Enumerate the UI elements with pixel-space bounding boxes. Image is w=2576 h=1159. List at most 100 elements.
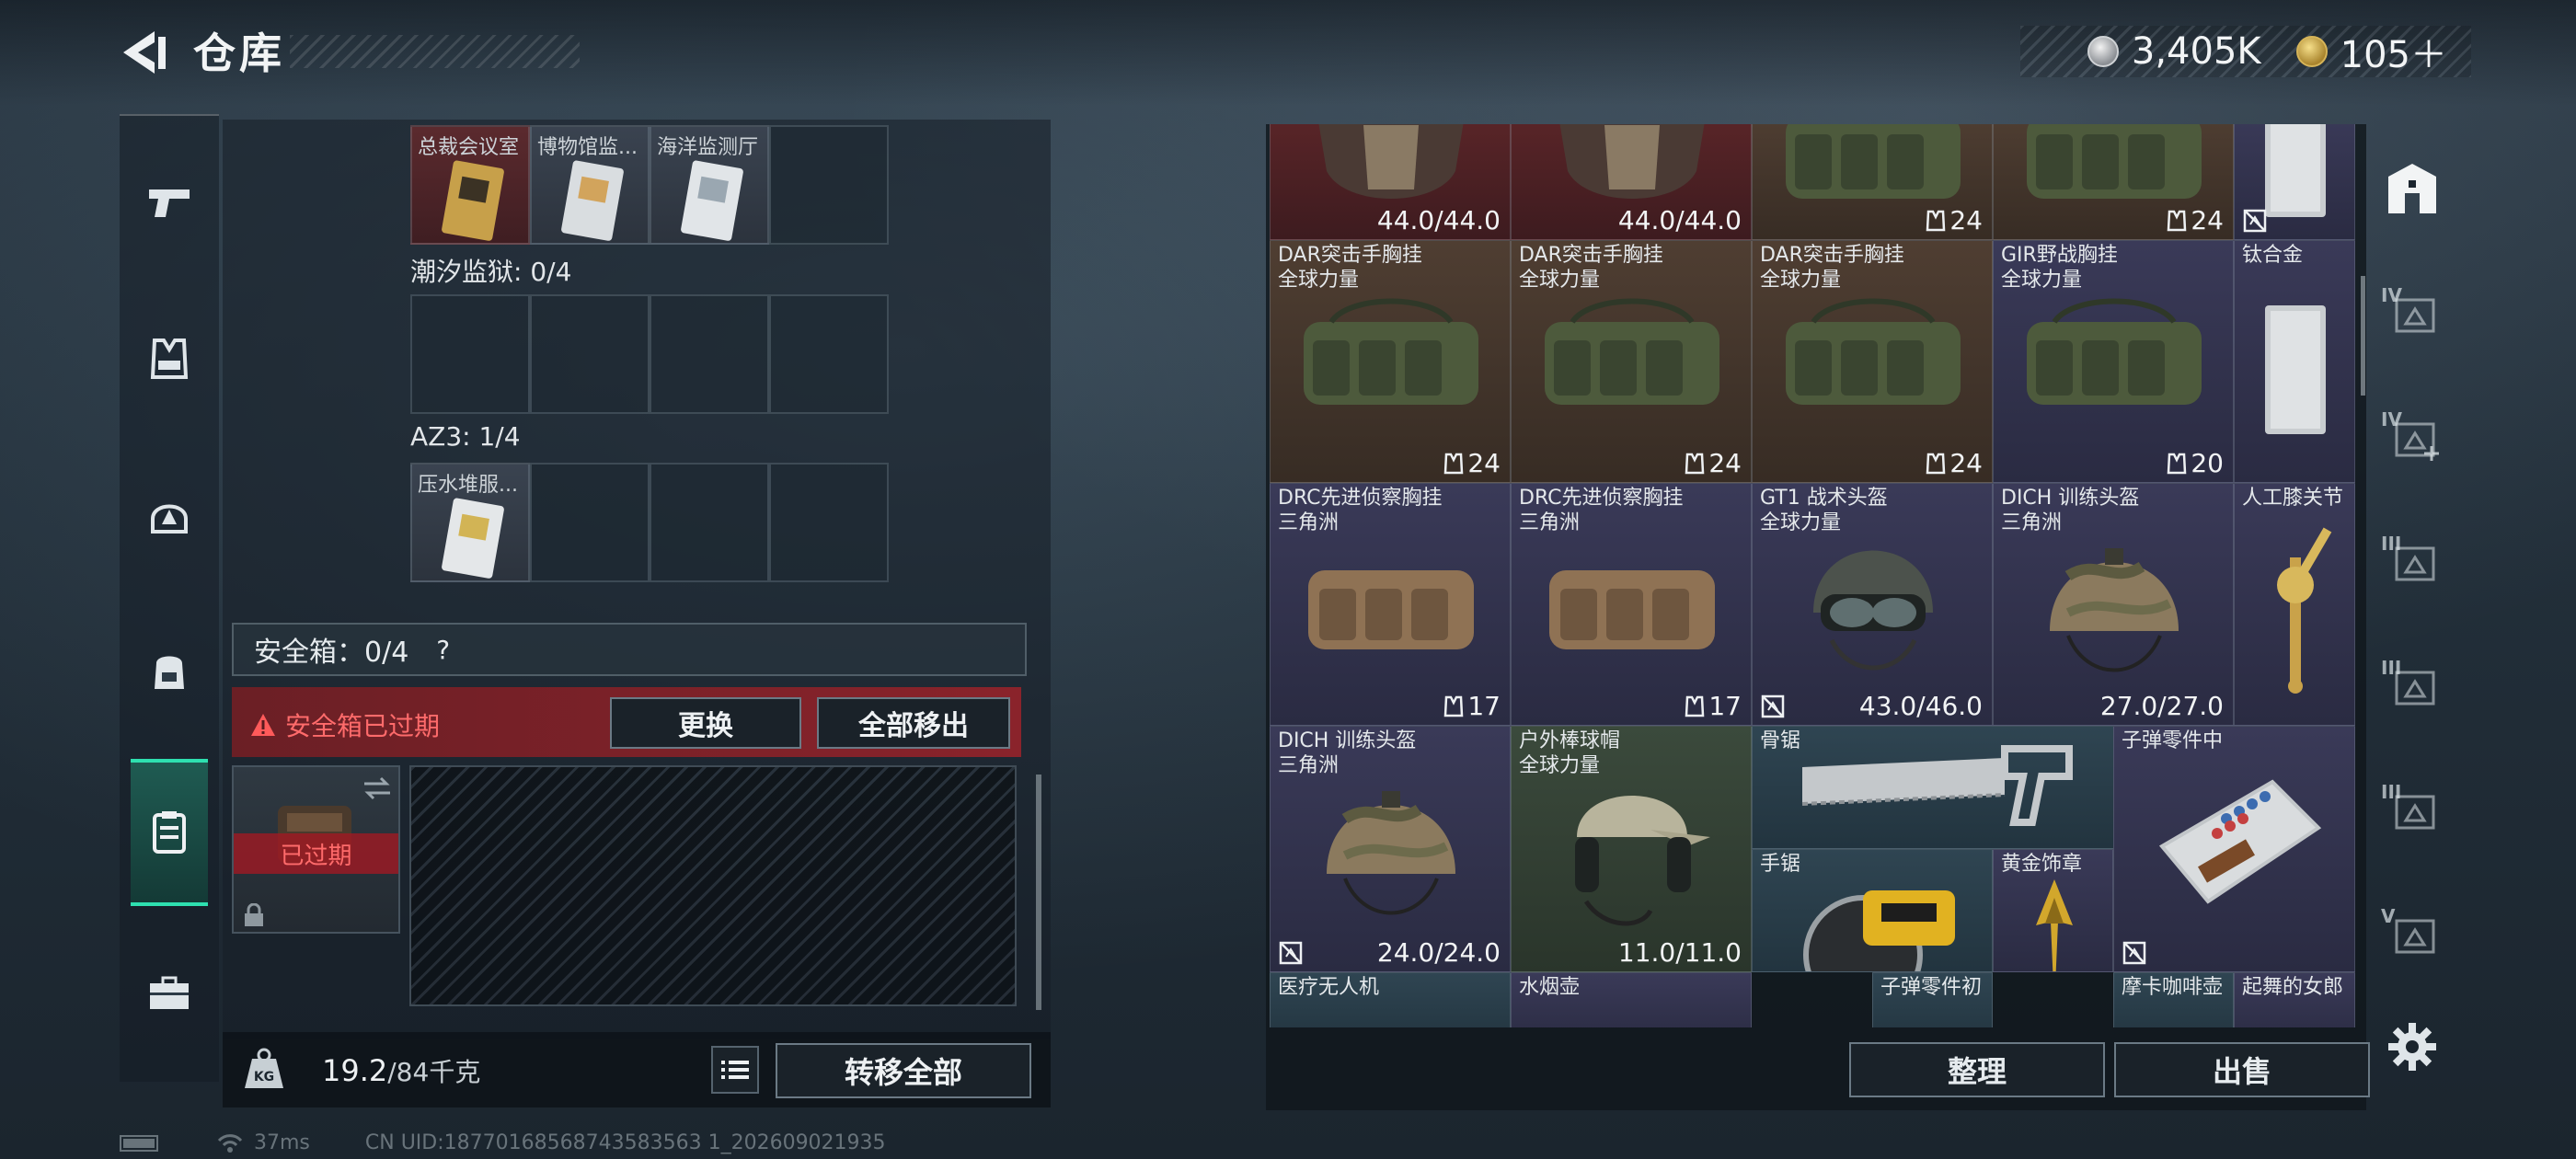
storage-slot-empty[interactable] xyxy=(769,125,889,245)
storage-slot-empty[interactable] xyxy=(530,294,650,414)
inventory-item[interactable]: DAR突击手胸挂 全球力量 24 xyxy=(1270,240,1511,483)
tab-tier-label: IV xyxy=(2381,408,2402,430)
inventory-item[interactable]: GT1 战术头盔 全球力量 43.0/46.0 xyxy=(1752,483,1993,726)
inventory-item[interactable] xyxy=(2234,124,2355,240)
storage-item[interactable]: 海洋监测厅 xyxy=(650,125,769,245)
lock-icon xyxy=(245,903,263,926)
inventory-item[interactable]: 起舞的女郎 xyxy=(2234,972,2355,1027)
inventory-item[interactable]: 黄金饰章 xyxy=(1993,849,2113,972)
inventory-item[interactable]: DRC先进侦察胸挂 三角洲 17 xyxy=(1270,483,1511,726)
category-rail xyxy=(120,114,219,1082)
armor-plate-image xyxy=(2265,305,2326,434)
item-name: 骨锯 xyxy=(1760,729,1800,753)
storage-slot-empty[interactable] xyxy=(769,463,889,582)
cap-headset-image xyxy=(1575,796,1710,926)
storage-slot-empty[interactable] xyxy=(650,294,769,414)
inventory-item[interactable]: 44.0/44.0 xyxy=(1511,124,1752,240)
storage-tab-2[interactable]: IV xyxy=(2372,258,2453,369)
storage-item[interactable]: 压水堆服... xyxy=(410,463,530,582)
rail-safe-box[interactable] xyxy=(131,759,208,906)
item-faction: 全球力量 xyxy=(1760,269,1842,292)
inventory-item[interactable]: 摩卡咖啡壶 xyxy=(2113,972,2234,1027)
storage-tab-1[interactable] xyxy=(2372,134,2453,245)
helmet-icon xyxy=(151,504,188,534)
inventory-item[interactable]: 子弹零件初 xyxy=(1872,972,1993,1027)
storage-tab-6[interactable]: III xyxy=(2372,755,2453,866)
replace-button[interactable]: 更换 xyxy=(610,697,801,749)
expired-badge: 已过期 xyxy=(234,833,398,874)
swap-icon[interactable] xyxy=(362,776,392,800)
vest-capacity-icon xyxy=(1926,210,1946,231)
title-decoration xyxy=(290,35,580,68)
no-insurance-icon xyxy=(1760,694,1786,719)
transfer-all-button[interactable]: 转移全部 xyxy=(776,1043,1031,1098)
rail-cases[interactable] xyxy=(120,938,219,1049)
item-faction: 三角洲 xyxy=(1278,754,1340,777)
inventory-item[interactable]: 手锯 xyxy=(1752,849,1993,972)
storage-slot-empty[interactable] xyxy=(410,294,530,414)
keycard-icon xyxy=(442,160,504,241)
sell-button[interactable]: 出售 xyxy=(2114,1042,2370,1097)
safe-box-slot[interactable]: 已过期 xyxy=(232,765,400,934)
list-view-button[interactable] xyxy=(711,1046,759,1094)
move-all-out-button[interactable]: 全部移出 xyxy=(817,697,1010,749)
item-title: GIR野战胸挂 xyxy=(2001,244,2118,267)
inventory-item[interactable]: DAR突击手胸挂 全球力量 24 xyxy=(1752,240,1993,483)
pistol-icon xyxy=(149,189,190,217)
no-insurance-icon xyxy=(2122,940,2147,966)
chest-rig-image xyxy=(1786,124,1961,199)
inventory-item[interactable]: DRC先进侦察胸挂 三角洲 17 xyxy=(1511,483,1752,726)
gold-amount[interactable]: 105＋ xyxy=(2340,25,2447,78)
ping-text: 37ms xyxy=(254,1131,310,1154)
help-icon[interactable]: ? xyxy=(436,635,450,665)
inventory-item[interactable]: 44.0/44.0 xyxy=(1270,124,1511,240)
durability-value: 27.0/27.0 xyxy=(2099,691,2224,721)
item-faction: 全球力量 xyxy=(1760,511,1842,534)
safe-box-grid[interactable] xyxy=(409,765,1017,1006)
item-faction: 三角洲 xyxy=(1278,511,1340,534)
tabs-scrollbar[interactable] xyxy=(2361,276,2365,396)
storage-slot-empty[interactable] xyxy=(769,294,889,414)
inventory-item[interactable]: 人工膝关节 xyxy=(2234,483,2355,726)
inventory-item[interactable]: DICH 训练头盔 三角洲 27.0/27.0 xyxy=(1993,483,2234,726)
item-name: DICH 训练头盔 三角洲 xyxy=(1278,729,1416,778)
inventory-item[interactable]: 医疗无人机 xyxy=(1270,972,1511,1027)
storage-tab-7[interactable]: V xyxy=(2372,879,2453,990)
inventory-item[interactable]: 24 xyxy=(1993,124,2234,240)
vest-capacity-icon xyxy=(1444,453,1464,474)
item-name: 钛合金 xyxy=(2242,243,2303,268)
capacity-number: 24 xyxy=(1949,448,1983,478)
left-scrollbar[interactable] xyxy=(1036,775,1041,1010)
item-title: DAR突击手胸挂 xyxy=(1278,244,1422,267)
storage-tab-5[interactable]: III xyxy=(2372,631,2453,741)
storage-tab-4[interactable]: III xyxy=(2372,507,2453,617)
safe-box-warning: 安全箱已过期 xyxy=(250,706,440,743)
status-footer: 37ms CN UID:18770168568743583563 1_20260… xyxy=(120,1131,886,1154)
rail-vests[interactable] xyxy=(120,304,219,414)
storage-tab-3[interactable]: IV xyxy=(2372,383,2453,493)
rail-backpacks[interactable] xyxy=(120,616,219,727)
item-title: 水烟壶 xyxy=(1519,976,1581,999)
storage-item[interactable]: 总裁会议室 xyxy=(410,125,530,245)
back-button[interactable] xyxy=(118,28,173,78)
inventory-item[interactable]: DAR突击手胸挂 全球力量 24 xyxy=(1511,240,1752,483)
inventory-item[interactable]: GIR野战胸挂 全球力量 20 xyxy=(1993,240,2234,483)
storage-item[interactable]: 博物馆监... xyxy=(530,125,650,245)
rail-weapons[interactable] xyxy=(120,147,219,258)
inventory-item[interactable]: 水烟壶 xyxy=(1511,972,1752,1027)
storage-slot-empty[interactable] xyxy=(650,463,769,582)
storage-slot-empty[interactable] xyxy=(530,463,650,582)
list-icon xyxy=(721,1061,749,1079)
capacity-value: 24 xyxy=(2167,205,2224,235)
gear-icon xyxy=(2388,1023,2436,1071)
item-title: DICH 训练头盔 xyxy=(2001,487,2140,510)
sort-button[interactable]: 整理 xyxy=(1849,1042,2105,1097)
rail-helmets[interactable] xyxy=(120,460,219,570)
inventory-item[interactable]: 24 xyxy=(1752,124,1993,240)
inventory-item[interactable]: 户外棒球帽 全球力量 11.0/11.0 xyxy=(1511,726,1752,972)
settings-button[interactable] xyxy=(2386,1021,2438,1073)
inventory-item[interactable]: 钛合金 xyxy=(2234,240,2355,483)
inventory-item[interactable]: DICH 训练头盔 三角洲 24.0/24.0 xyxy=(1270,726,1511,972)
tab-tier-label: IV xyxy=(2381,284,2402,306)
inventory-item[interactable]: 子弹零件中 xyxy=(2113,726,2355,972)
